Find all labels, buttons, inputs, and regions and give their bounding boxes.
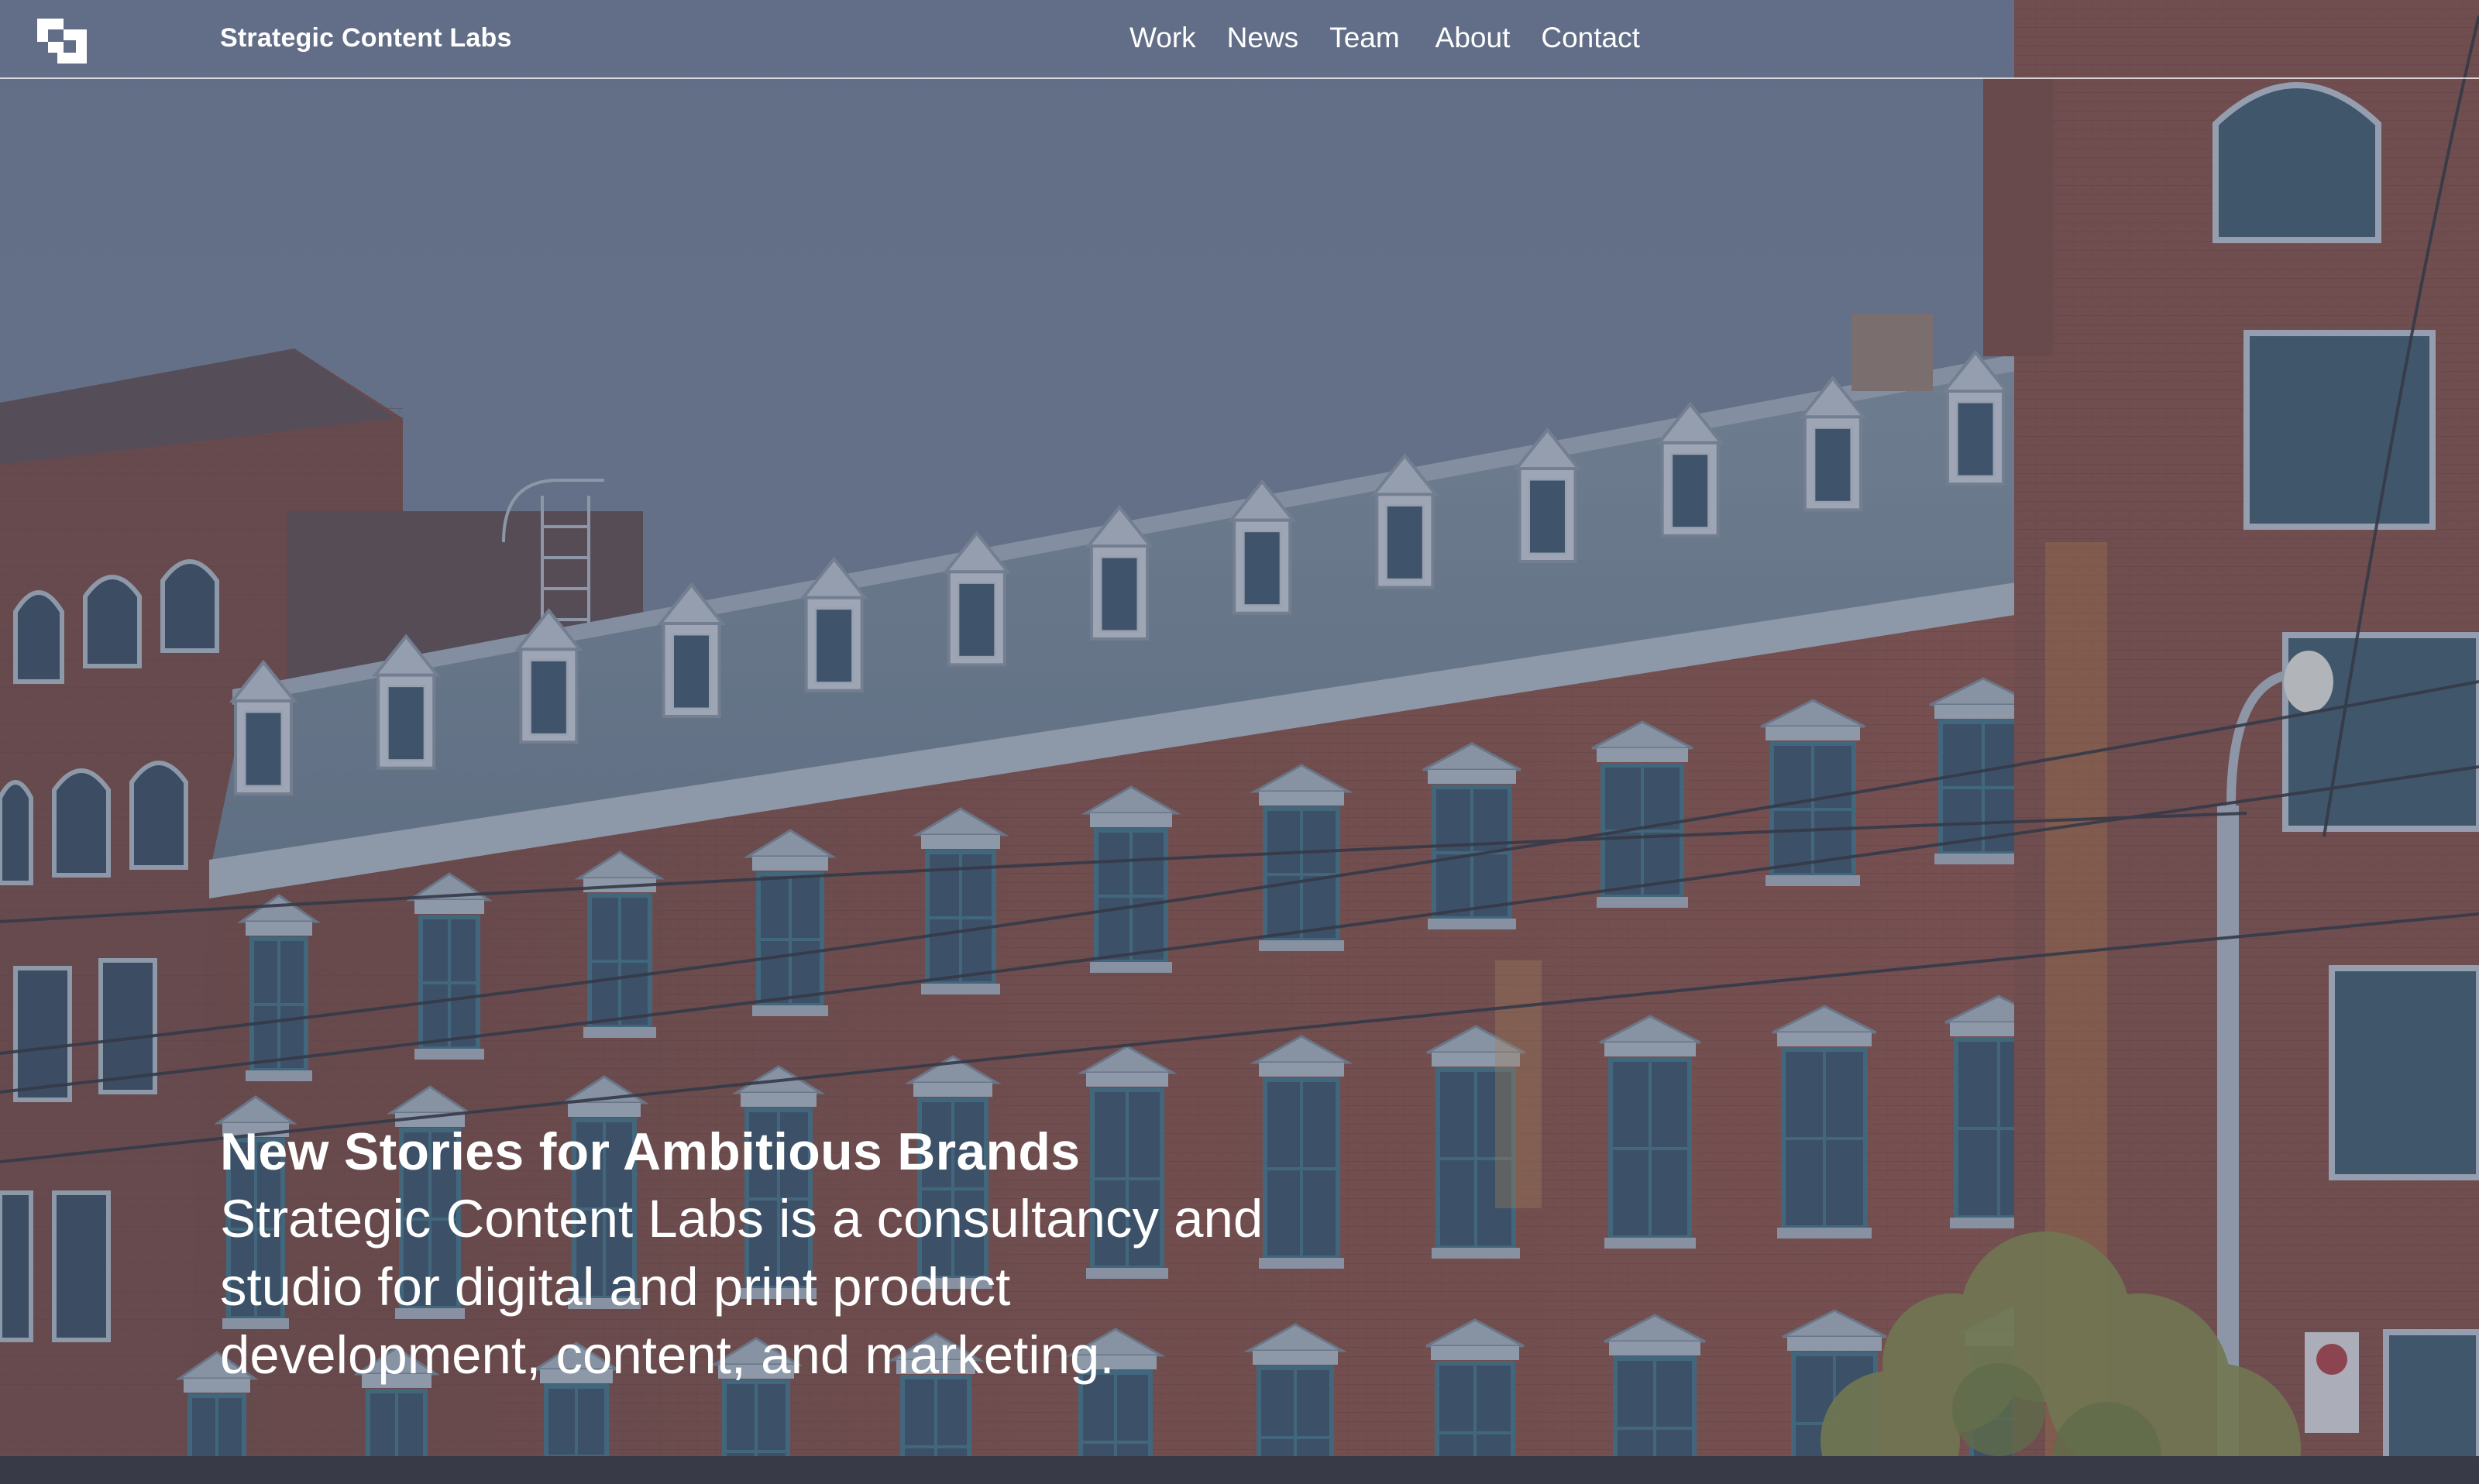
page-root: Strategic Content Labs Work News Team Ab… xyxy=(0,0,2479,1484)
hero-title: New Stories for Ambitious Brands xyxy=(220,1122,1081,1181)
studio-logo-icon[interactable] xyxy=(37,19,87,64)
nav-link-news[interactable]: News xyxy=(1227,22,1299,54)
nav-link-work[interactable]: Work xyxy=(1129,22,1196,54)
nav-link-about[interactable]: About xyxy=(1435,22,1511,54)
nav-link-team[interactable]: Team xyxy=(1329,22,1399,54)
brand-name[interactable]: Strategic Content Labs xyxy=(220,23,512,53)
hero-description: Strategic Content Labs is a consultancy … xyxy=(220,1189,1264,1385)
hero-section: New Stories for Ambitious Brands Strateg… xyxy=(220,1118,1320,1390)
main-navigation: Work News Team About Contact xyxy=(1129,22,1671,54)
nav-link-contact[interactable]: Contact xyxy=(1541,22,1640,54)
site-header: Strategic Content Labs Work News Team Ab… xyxy=(0,0,2479,79)
